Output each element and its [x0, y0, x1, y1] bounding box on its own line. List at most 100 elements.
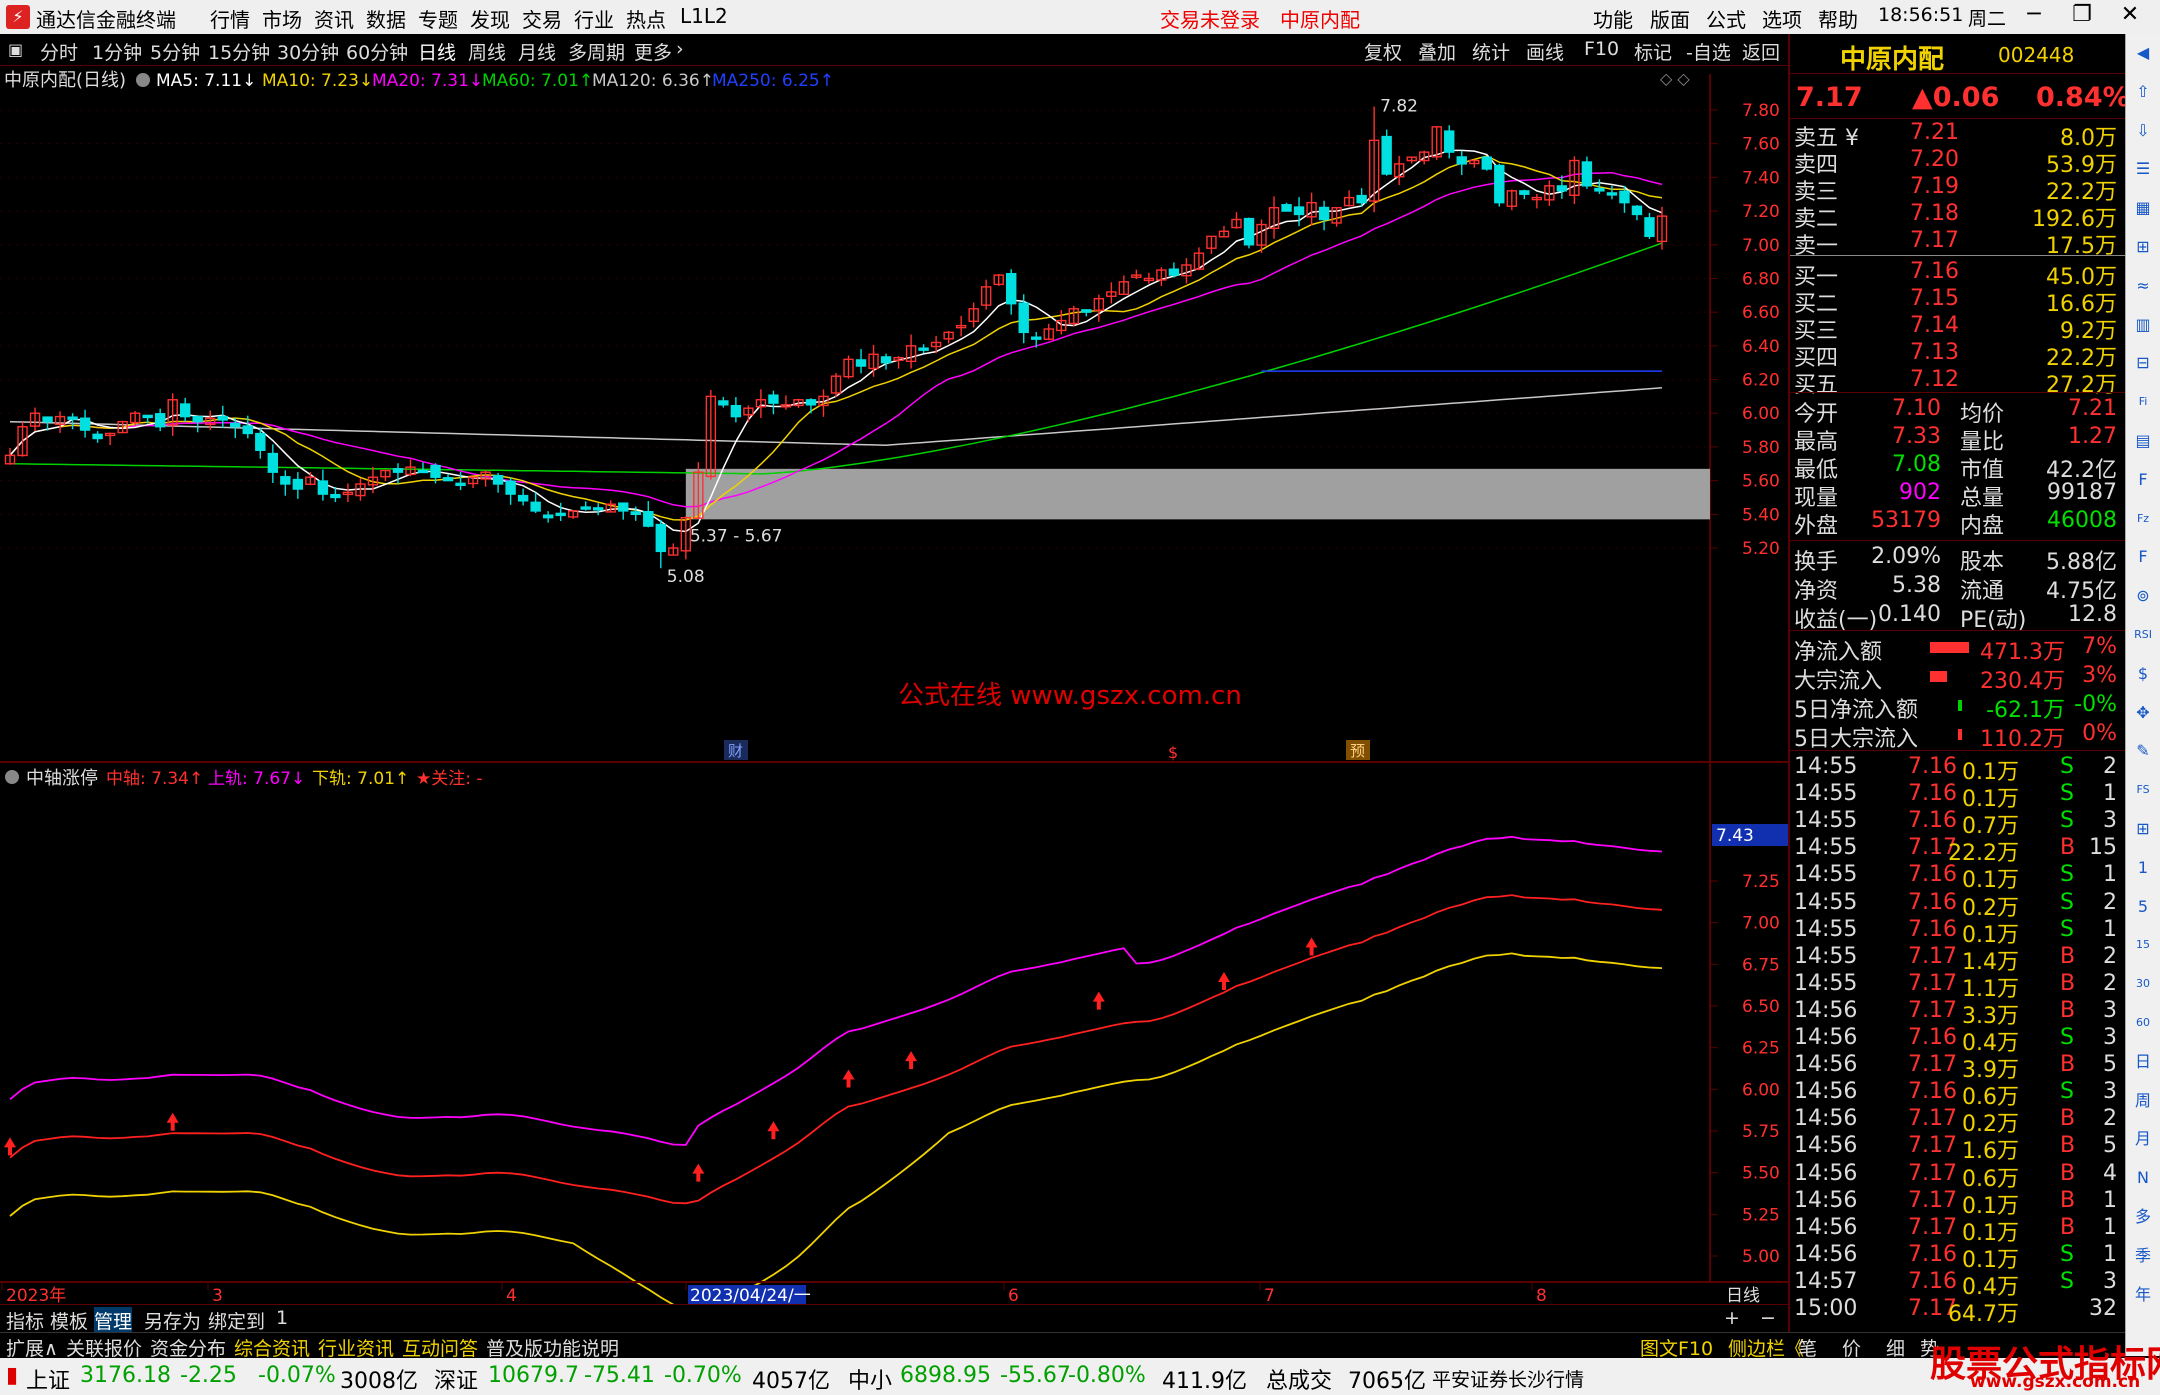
period-daily[interactable]: 日线	[418, 38, 456, 65]
side-tool-icon[interactable]: ◀	[2130, 40, 2156, 66]
zx-label[interactable]: 中小	[848, 1363, 892, 1395]
tab-kuozhan[interactable]: 扩展∧	[6, 1334, 58, 1361]
broker-name[interactable]: 平安证券长沙行情	[1432, 1365, 1584, 1392]
indicator-settings-icon[interactable]	[5, 770, 19, 784]
period-60min[interactable]: 60分钟	[346, 38, 408, 65]
period-fenshi[interactable]: 分时	[40, 38, 78, 65]
menu-faxian[interactable]: 发现	[470, 4, 510, 33]
tab-hudong[interactable]: 互动问答	[402, 1334, 478, 1361]
side-tool-icon[interactable]: ✥	[2130, 700, 2156, 726]
side-tool-icon[interactable]: ⊚	[2130, 583, 2156, 609]
menu-banmian[interactable]: 版面	[1650, 4, 1690, 33]
side-tool-icon[interactable]: ≈	[2130, 273, 2156, 299]
minimize-icon[interactable]: ─	[2016, 2, 2052, 27]
period-15min[interactable]: 15分钟	[208, 38, 270, 65]
side-tool-icon[interactable]: 30	[2130, 971, 2156, 997]
tab-sidebar[interactable]: 侧边栏《	[1728, 1334, 1804, 1361]
btn-biaoji[interactable]: 标记	[1634, 38, 1672, 65]
tab-xi[interactable]: 细	[1886, 1334, 1905, 1361]
period-more[interactable]: 更多	[634, 38, 672, 65]
menu-hangqing[interactable]: 行情	[210, 4, 250, 33]
close-icon[interactable]: ✕	[2112, 2, 2148, 27]
tab-jia[interactable]: 价	[1842, 1334, 1861, 1361]
side-tool-icon[interactable]: N	[2130, 1165, 2156, 1191]
tab-hangye[interactable]: 行业资讯	[318, 1334, 394, 1361]
trade-login-status[interactable]: 交易未登录	[1160, 4, 1260, 33]
sz-label[interactable]: 深证	[434, 1363, 478, 1395]
btn-huaxian[interactable]: 画线	[1526, 38, 1564, 65]
side-tool-icon[interactable]: ✎	[2130, 738, 2156, 764]
tab-zonghe[interactable]: 综合资讯	[234, 1334, 310, 1361]
side-tool-icon[interactable]: 季	[2130, 1243, 2156, 1269]
menu-shuju[interactable]: 数据	[366, 4, 406, 33]
menu-hangye[interactable]: 行业	[574, 4, 614, 33]
period-1min[interactable]: 1分钟	[92, 38, 142, 65]
menu-jiaoyi[interactable]: 交易	[522, 4, 562, 33]
btn-fanhui[interactable]: 返回	[1742, 38, 1780, 65]
side-tool-icon[interactable]: 周	[2130, 1088, 2156, 1114]
zoom-in-icon[interactable]: +	[1724, 1307, 1740, 1329]
restore-icon[interactable]: ❐	[2064, 2, 2100, 27]
quote-stock-name[interactable]: 中原内配	[1840, 39, 1944, 76]
kline-chart-area[interactable]: 中原内配(日线) MA5: 7.11↓ MA10: 7.23↓MA20: 7.31…	[0, 66, 1788, 1304]
side-tool-icon[interactable]: Fz	[2130, 506, 2156, 532]
tab-guanlian[interactable]: 关联报价	[66, 1334, 142, 1361]
settings-circle-icon[interactable]	[136, 73, 150, 87]
period-monthly[interactable]: 月线	[518, 38, 556, 65]
side-tool-icon[interactable]: ▥	[2130, 312, 2156, 338]
indicator-name[interactable]: 中轴涨停	[26, 768, 98, 789]
side-tool-icon[interactable]: ⊞	[2130, 234, 2156, 260]
tab-muban[interactable]: 模板	[50, 1307, 88, 1334]
tab-guanli[interactable]: 管理	[94, 1307, 133, 1334]
side-tool-icon[interactable]: ▦	[2130, 195, 2156, 221]
side-tool-icon[interactable]: $	[2130, 661, 2156, 687]
side-tool-icon[interactable]: ⇩	[2130, 118, 2156, 144]
period-5min[interactable]: 5分钟	[150, 38, 200, 65]
menu-xuanxiang[interactable]: 选项	[1762, 4, 1802, 33]
zoom-out-icon[interactable]: −	[1760, 1307, 1776, 1329]
side-tool-icon[interactable]: ⊟	[2130, 350, 2156, 376]
side-tool-icon[interactable]: 年	[2130, 1282, 2156, 1308]
period-weekly[interactable]: 周线	[468, 38, 506, 65]
side-tool-icon[interactable]: 多	[2130, 1204, 2156, 1230]
diamond-icon[interactable]: ◇ ◇	[1660, 69, 1690, 88]
btn-f10[interactable]: F10	[1584, 38, 1619, 60]
side-tool-icon[interactable]: 15	[2130, 932, 2156, 958]
period-30min[interactable]: 30分钟	[277, 38, 339, 65]
btn-zixuan[interactable]: -自选	[1686, 38, 1731, 65]
tab-lingcunwei[interactable]: 另存为	[144, 1307, 201, 1334]
menu-bangzhu[interactable]: 帮助	[1818, 4, 1858, 33]
side-tool-icon[interactable]: FS	[2130, 777, 2156, 803]
menu-gongneng[interactable]: 功能	[1593, 4, 1633, 33]
tab-bi[interactable]: 笔	[1798, 1334, 1817, 1361]
btn-fuquan[interactable]: 复权	[1364, 38, 1402, 65]
side-tool-icon[interactable]: ▤	[2130, 428, 2156, 454]
event-marker-yu[interactable]: 预	[1350, 742, 1365, 760]
side-tool-icon[interactable]: 5	[2130, 894, 2156, 920]
period-multi[interactable]: 多周期	[568, 38, 625, 65]
menu-l1l2[interactable]: L1L2	[680, 4, 728, 28]
menu-zhuanti[interactable]: 专题	[418, 4, 458, 33]
menu-redian[interactable]: 热点	[626, 4, 666, 33]
tab-one[interactable]: 1	[276, 1307, 288, 1329]
event-marker-cai[interactable]: 财	[728, 742, 743, 760]
menu-shichang[interactable]: 市场	[262, 4, 302, 33]
side-tool-icon[interactable]: ⇧	[2130, 79, 2156, 105]
side-tool-icon[interactable]: 日	[2130, 1049, 2156, 1075]
tab-zhibiao[interactable]: 指标	[6, 1307, 44, 1334]
side-tool-icon[interactable]: 1	[2130, 855, 2156, 881]
side-tool-icon[interactable]: F	[2130, 544, 2156, 570]
side-tool-icon[interactable]: F	[2130, 467, 2156, 493]
side-tool-icon[interactable]: 60	[2130, 1010, 2156, 1036]
event-marker-dollar[interactable]: $	[1168, 743, 1178, 762]
menu-zixun[interactable]: 资讯	[314, 4, 354, 33]
side-tool-icon[interactable]: RSI	[2130, 622, 2156, 648]
chevron-right-icon[interactable]: ›	[676, 38, 684, 60]
btn-tongji[interactable]: 统计	[1472, 38, 1510, 65]
sh-label[interactable]: 上证	[26, 1363, 70, 1395]
side-tool-icon[interactable]: Fi	[2130, 389, 2156, 415]
tab-puji[interactable]: 普及版功能说明	[486, 1334, 619, 1361]
tab-bangdingdao[interactable]: 绑定到	[208, 1307, 265, 1334]
panel-toggle-icon[interactable]: ▣	[8, 40, 23, 59]
tab-tuwen-f10[interactable]: 图文F10	[1640, 1334, 1713, 1361]
